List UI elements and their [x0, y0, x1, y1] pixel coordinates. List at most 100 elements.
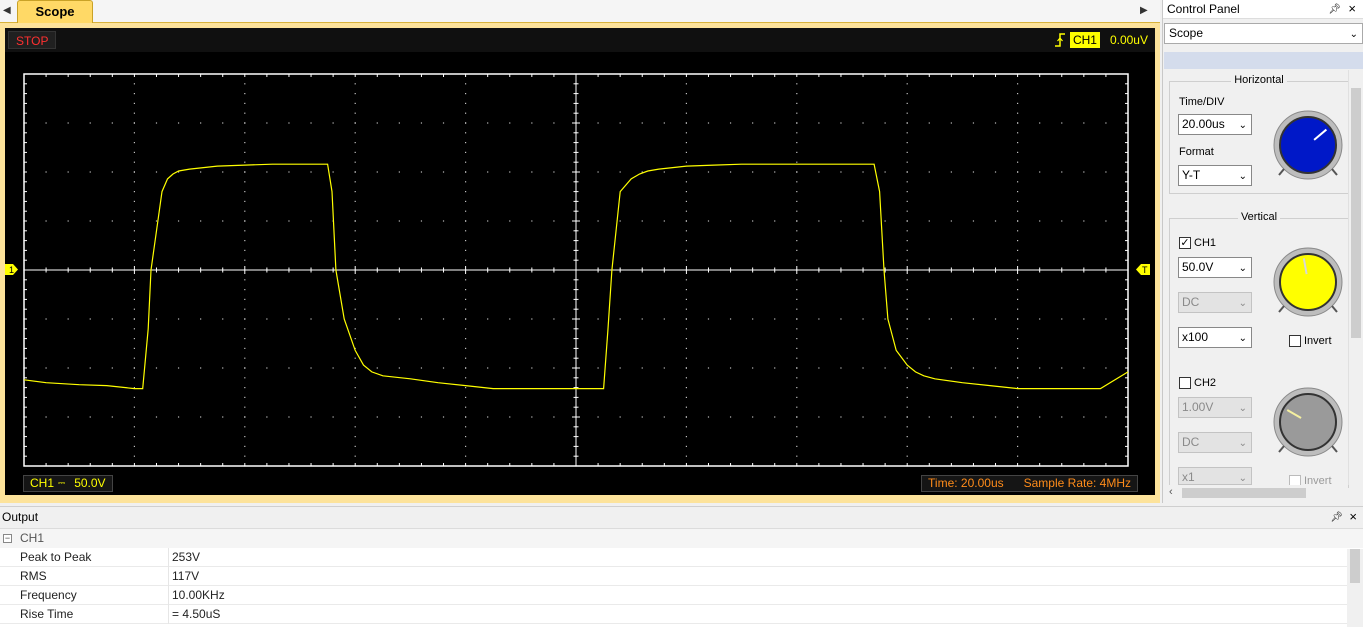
pin-icon[interactable]: 📌︎ [1328, 1, 1341, 19]
grid-dot [354, 445, 356, 447]
grid-dot [67, 220, 69, 222]
grid-dot [685, 161, 687, 163]
grid-dot [752, 220, 754, 222]
knob-stop-mark [1331, 168, 1338, 176]
timebase-knob[interactable] [1270, 107, 1346, 183]
panel-separator [1164, 52, 1363, 69]
ch1-offset-marker[interactable]: 1 [5, 264, 18, 275]
grid-dot [487, 171, 489, 173]
grid-dot [244, 367, 246, 369]
output-vertical-scrollbar[interactable] [1347, 549, 1363, 627]
output-row-rise-time[interactable]: Rise Time = 4.50uS [0, 605, 1363, 624]
ch1-probe-select[interactable]: x100 ⌄ [1178, 327, 1252, 348]
grid-dot [906, 200, 908, 202]
grid-dot [1061, 171, 1063, 173]
ch2-coupling-select[interactable]: DC ⌄ [1178, 432, 1252, 453]
ch1-enable-checkbox[interactable]: ✓ [1179, 237, 1191, 249]
collapse-icon[interactable]: − [3, 534, 12, 543]
scrollbar-thumb[interactable] [1182, 488, 1306, 498]
scroll-left-icon[interactable]: ‹ [1169, 486, 1173, 498]
grid-dot [222, 122, 224, 124]
grid-dot [774, 416, 776, 418]
grid-dot [685, 328, 687, 330]
grid-dot [796, 210, 798, 212]
run-stop-indicator[interactable]: STOP [8, 31, 57, 49]
grid-dot [266, 122, 268, 124]
grid-dot [244, 181, 246, 183]
grid-dot [685, 357, 687, 359]
ch2-volts-select[interactable]: 1.00V ⌄ [1178, 397, 1252, 418]
grid-dot [509, 122, 511, 124]
grid-dot [200, 367, 202, 369]
grid-dot [1017, 230, 1019, 232]
grid-dot [111, 416, 113, 418]
output-row-frequency[interactable]: Frequency 10.00KHz [0, 586, 1363, 605]
grid-dot [685, 406, 687, 408]
time-div-select[interactable]: 20.00us ⌄ [1178, 114, 1252, 135]
grid-dot [465, 200, 467, 202]
grid-dot [796, 308, 798, 310]
pin-icon[interactable]: 📌︎ [1330, 507, 1343, 528]
tab-scroll-left-icon[interactable]: ◀ [3, 5, 11, 16]
grid-dot [1017, 367, 1019, 369]
output-row-peak-to-peak[interactable]: Peak to Peak 253V [0, 548, 1363, 567]
grid-dot [89, 122, 91, 124]
grid-dot [928, 318, 930, 320]
ch1-volts-select[interactable]: 50.0V ⌄ [1178, 257, 1252, 278]
graticule [23, 73, 1129, 467]
control-panel-vertical-scrollbar[interactable] [1348, 70, 1362, 485]
grid-dot [1017, 240, 1019, 242]
waveform-plot[interactable] [18, 68, 1134, 472]
grid-dot [442, 171, 445, 173]
tab-scope[interactable]: Scope [17, 0, 93, 23]
grid-dot [465, 210, 467, 212]
ch2-enable-checkbox[interactable] [1179, 377, 1191, 389]
grid-dot [1017, 122, 1019, 124]
knob-stop-mark [1278, 305, 1285, 313]
close-icon[interactable]: × [1348, 0, 1356, 18]
grid-dot [840, 220, 842, 222]
grid-dot [398, 122, 400, 124]
grid-dot [597, 318, 599, 320]
grid-dot [89, 416, 91, 418]
grid-dot [950, 220, 952, 222]
grid-dot [685, 230, 687, 232]
ch2-volts-knob[interactable] [1270, 384, 1346, 460]
grid-dot [685, 436, 687, 438]
control-panel-horizontal-scrollbar[interactable]: ‹ [1164, 485, 1348, 501]
grid-dot [420, 122, 423, 124]
ch1-volts-knob[interactable] [1270, 244, 1346, 320]
mode-select[interactable]: Scope ⌄ [1164, 23, 1363, 44]
format-select[interactable]: Y-T ⌄ [1178, 165, 1252, 186]
ch1-invert-checkbox[interactable] [1289, 335, 1301, 347]
ch1-coupling-select[interactable]: DC ⌄ [1178, 292, 1252, 313]
close-icon[interactable]: × [1349, 506, 1357, 527]
grid-dot [906, 416, 908, 418]
grid-dot [685, 416, 687, 418]
grid-dot [465, 357, 467, 359]
grid-dot [884, 171, 886, 173]
grid-dot [972, 220, 975, 222]
grid-dot [398, 416, 400, 418]
grid-dot [465, 122, 467, 124]
ch2-probe-select[interactable]: x1 ⌄ [1178, 467, 1252, 485]
output-group-ch1[interactable]: − CH1 [0, 529, 1363, 548]
grid-dot [465, 259, 467, 261]
scrollbar-thumb[interactable] [1350, 549, 1360, 583]
grid-dot [222, 416, 224, 418]
tab-scroll-right-icon[interactable]: ▶ [1140, 5, 1148, 16]
grid-dot [818, 318, 820, 320]
grid-dot [685, 142, 687, 144]
chevron-down-icon: ⌄ [1238, 171, 1247, 182]
output-row-rms[interactable]: RMS 117V [0, 567, 1363, 586]
grid-dot [729, 220, 732, 222]
grid-dot [244, 210, 246, 212]
ch1-scale-readout[interactable]: CH1 ⎓ 50.0V [23, 475, 113, 492]
scrollbar-thumb[interactable] [1351, 88, 1361, 338]
grid-dot [354, 240, 356, 242]
trigger-level-marker[interactable]: T [1136, 264, 1150, 275]
grid-dot [619, 122, 621, 124]
grid-dot [796, 426, 798, 428]
grid-dot [133, 102, 135, 104]
grid-dot [111, 220, 113, 222]
